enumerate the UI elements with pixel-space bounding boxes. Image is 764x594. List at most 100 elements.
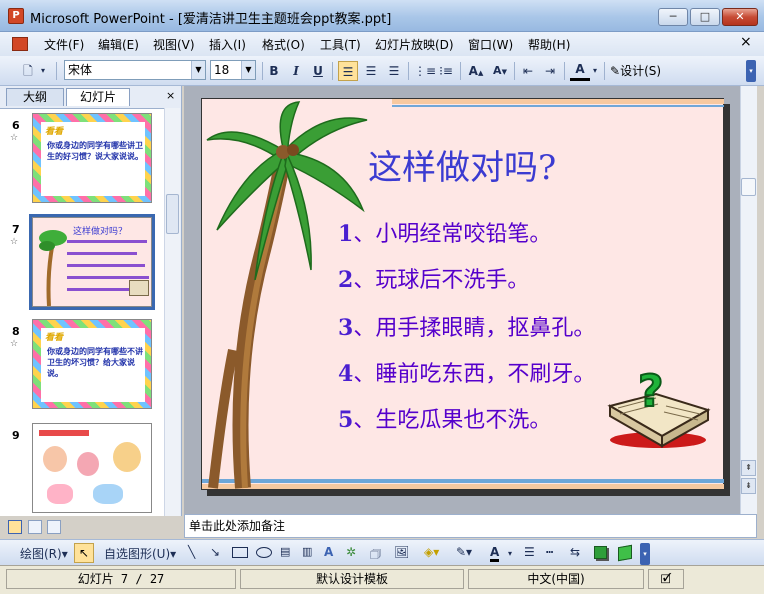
- draw-menu-button[interactable]: 绘图(R)▾: [20, 545, 68, 562]
- underline-button[interactable]: U: [308, 61, 328, 81]
- chevron-down-icon[interactable]: ▾: [508, 549, 512, 558]
- align-center-button[interactable]: ☰: [361, 61, 381, 81]
- document-close-button[interactable]: ×: [740, 34, 752, 50]
- arrow-icon[interactable]: ↘: [210, 545, 220, 559]
- slide-bullet-2[interactable]: 2、玩球后不洗手。: [338, 262, 529, 294]
- shadow-style-icon[interactable]: [594, 546, 607, 559]
- line-color-icon[interactable]: ✎▾: [456, 545, 472, 559]
- panel-close-button[interactable]: ×: [166, 89, 175, 102]
- slide-bullet-5[interactable]: 5、生吃瓜果也不洗。: [338, 402, 551, 434]
- fill-color-icon[interactable]: ◈▾: [424, 545, 439, 559]
- chevron-down-icon[interactable]: ▾: [590, 61, 600, 81]
- 3d-style-icon[interactable]: [618, 544, 632, 562]
- bullet-text: 、用手揉眼睛，抠鼻孔。: [353, 316, 596, 341]
- slide-thumbnail-6[interactable]: 看看 你或身边的同学有哪些讲卫生的好习惯？说大家说说。: [32, 113, 152, 203]
- close-button[interactable]: ✕: [722, 8, 758, 26]
- decrease-indent-icon[interactable]: ⇤: [518, 61, 538, 81]
- new-document-icon[interactable]: 🗋: [18, 61, 38, 81]
- font-color-icon[interactable]: A: [490, 545, 500, 562]
- thumbnail-line: [67, 276, 149, 279]
- line-icon[interactable]: ╲: [188, 545, 195, 559]
- minimize-button[interactable]: ─: [658, 8, 688, 26]
- slide-bullet-3[interactable]: 3、用手揉眼睛，抠鼻孔。: [338, 310, 595, 342]
- thumbnail-text: 你或身边的同学有哪些不讲卫生的坏习惯？给大家说说。: [47, 347, 143, 378]
- align-left-button[interactable]: ☰: [338, 61, 358, 81]
- tab-slides[interactable]: 幻灯片: [66, 88, 130, 106]
- menu-insert[interactable]: 插入(I): [209, 36, 246, 53]
- italic-button[interactable]: I: [286, 61, 306, 81]
- font-color-button[interactable]: A: [570, 61, 590, 81]
- menu-edit[interactable]: 编辑(E): [98, 36, 139, 53]
- align-right-button[interactable]: ☰: [384, 61, 404, 81]
- maximize-button[interactable]: □: [690, 8, 720, 26]
- scroll-thumb[interactable]: [166, 194, 179, 234]
- menu-format[interactable]: 格式(O): [262, 36, 305, 53]
- autoshapes-menu-button[interactable]: 自选图形(U)▾: [104, 545, 176, 562]
- slide-thumbnail-8[interactable]: 看看 你或身边的同学有哪些不讲卫生的坏习惯？给大家说说。: [32, 319, 152, 409]
- cartoon-figure: [93, 484, 123, 504]
- font-size-combo[interactable]: 18 ▼: [210, 60, 256, 80]
- bullet-number: 5: [338, 407, 354, 433]
- increase-indent-icon[interactable]: ⇥: [540, 61, 560, 81]
- arrow-style-icon[interactable]: ⇆: [570, 545, 580, 559]
- oval-icon[interactable]: [256, 547, 272, 558]
- menu-slideshow[interactable]: 幻灯片放映(D): [375, 36, 454, 53]
- vertical-textbox-icon[interactable]: ▥: [302, 545, 312, 558]
- next-slide-icon[interactable]: ⇟: [741, 478, 756, 494]
- normal-view-button[interactable]: [8, 520, 22, 534]
- draw-label: 绘图(R): [20, 547, 62, 561]
- toolbar-separator: [262, 62, 263, 80]
- menu-help[interactable]: 帮助(H): [528, 36, 570, 53]
- chevron-down-icon[interactable]: ▼: [241, 61, 255, 79]
- thumbnail-text: 你或身边的同学有哪些讲卫生的好习惯？说大家说说。: [47, 141, 143, 161]
- diagram-icon[interactable]: ✲: [346, 545, 356, 559]
- notes-pane[interactable]: 单击此处添加备注: [184, 514, 757, 538]
- tab-outline[interactable]: 大纲: [6, 88, 64, 106]
- slide-vertical-scrollbar[interactable]: [740, 86, 757, 514]
- thumbnails-scrollbar[interactable]: [164, 108, 180, 516]
- slide-title[interactable]: 这样做对吗?: [368, 140, 556, 189]
- toolbar-options-icon[interactable]: ▾: [640, 543, 650, 565]
- increase-font-size-icon[interactable]: A▲: [466, 61, 486, 81]
- toolbar-separator: [332, 62, 333, 80]
- slide-thumbnail-7[interactable]: 这样做对吗？: [29, 214, 155, 310]
- toolbar-separator: [604, 62, 605, 80]
- textbox-icon[interactable]: ▤: [280, 545, 290, 558]
- new-dropdown-arrow[interactable]: ▾: [38, 61, 48, 81]
- dash-style-icon[interactable]: ┅: [546, 545, 553, 559]
- scroll-thumb[interactable]: [741, 178, 756, 196]
- slide-thumbnail-9[interactable]: [32, 423, 152, 513]
- document-icon[interactable]: [12, 37, 28, 51]
- font-name-combo[interactable]: 宋体 ▼: [64, 60, 206, 80]
- rectangle-icon[interactable]: [232, 547, 248, 558]
- powerpoint-app-icon[interactable]: P: [8, 8, 24, 24]
- slide-number: 9: [12, 429, 20, 442]
- slide-bullet-4[interactable]: 4、睡前吃东西，不刷牙。: [338, 356, 595, 388]
- spelling-check-icon[interactable]: 🗹: [648, 569, 684, 589]
- slide-bullet-1[interactable]: 1、小明经常咬铅笔。: [338, 216, 551, 248]
- design-icon: ✎: [610, 64, 621, 78]
- panel-tabs: 大纲 幻灯片: [6, 88, 176, 106]
- menu-view[interactable]: 视图(V): [153, 36, 195, 53]
- previous-slide-icon[interactable]: ⇞: [741, 460, 756, 476]
- animation-star-icon: ☆: [10, 339, 19, 349]
- decrease-font-size-icon[interactable]: A▼: [490, 61, 510, 81]
- toolbar-options-icon[interactable]: ▾: [746, 60, 756, 82]
- menu-file[interactable]: 文件(F): [44, 36, 84, 53]
- bullets-button[interactable]: ⁝≡: [436, 61, 456, 81]
- select-objects-icon[interactable]: ↖: [74, 543, 94, 563]
- design-button[interactable]: ✎设计(S): [610, 61, 672, 81]
- slide-sorter-view-button[interactable]: [27, 520, 42, 534]
- thumbnail-line: [67, 288, 133, 291]
- numbering-button[interactable]: ⋮≡: [414, 61, 436, 81]
- slideshow-view-button[interactable]: [47, 520, 61, 534]
- clipart-icon[interactable]: 🗇: [370, 545, 381, 566]
- menu-tools[interactable]: 工具(T): [320, 36, 361, 53]
- line-style-icon[interactable]: ☰: [524, 545, 535, 559]
- picture-icon[interactable]: 🖼: [394, 545, 409, 559]
- menu-window[interactable]: 窗口(W): [468, 36, 513, 53]
- chevron-down-icon[interactable]: ▼: [191, 61, 205, 79]
- formatting-toolbar: 🗋 ▾ 宋体 ▼ 18 ▼ B I U ☰ ☰ ☰ ⋮≡ ⁝≡ A▲ A▼ ⇤ …: [0, 56, 764, 86]
- wordart-icon[interactable]: A: [324, 545, 333, 559]
- bold-button[interactable]: B: [264, 61, 284, 81]
